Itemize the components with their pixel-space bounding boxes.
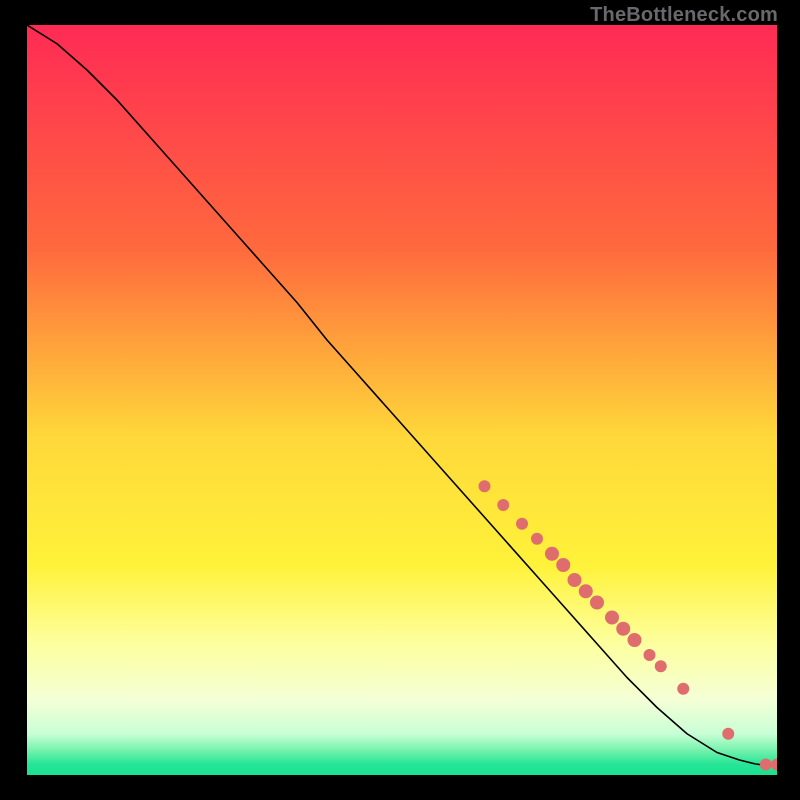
data-point — [579, 584, 593, 598]
watermark-text: TheBottleneck.com — [590, 4, 778, 27]
bottleneck-chart — [27, 25, 777, 775]
data-point — [722, 728, 734, 740]
data-point — [605, 611, 619, 625]
data-point — [479, 480, 491, 492]
chart-stage: TheBottleneck.com — [0, 0, 800, 800]
data-point — [655, 660, 667, 672]
data-point — [616, 622, 630, 636]
data-point — [590, 596, 604, 610]
data-point — [628, 633, 642, 647]
data-point — [677, 683, 689, 695]
data-point — [760, 759, 772, 771]
data-point — [644, 649, 656, 661]
data-point — [545, 547, 559, 561]
data-point — [497, 499, 509, 511]
data-point — [568, 573, 582, 587]
data-point — [531, 533, 543, 545]
data-point — [556, 558, 570, 572]
data-point — [516, 518, 528, 530]
